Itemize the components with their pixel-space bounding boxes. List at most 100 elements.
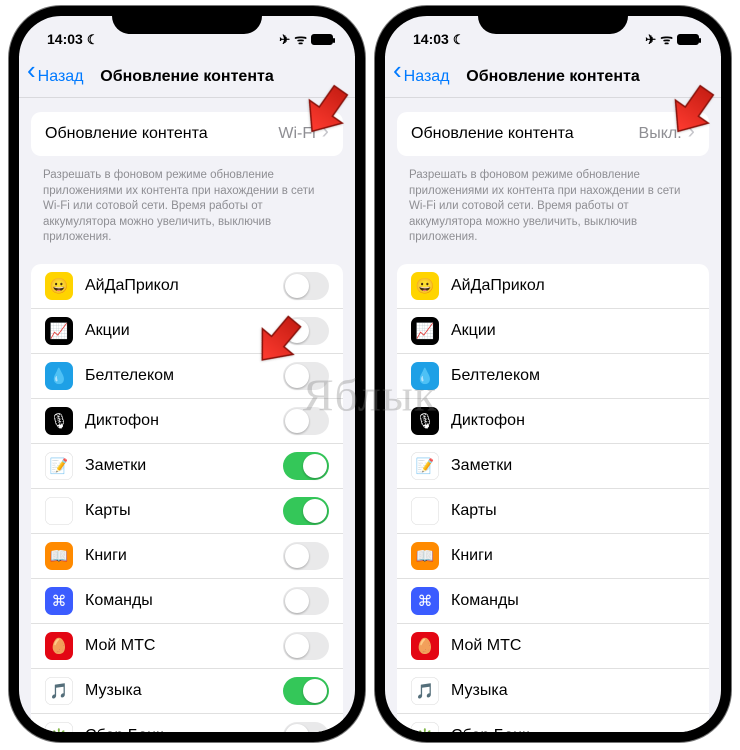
app-icon: 📝 [45, 452, 73, 480]
app-row: 🗺 Карты [397, 489, 709, 534]
app-toggle[interactable] [283, 362, 329, 390]
app-row[interactable]: 🥚 Мой МТС [31, 624, 343, 669]
app-row[interactable]: 📝 Заметки [31, 444, 343, 489]
app-label: Диктофон [85, 412, 159, 430]
app-icon: 😀 [411, 272, 439, 300]
battery-icon [677, 34, 699, 45]
app-row[interactable]: 🗺Карты [31, 489, 343, 534]
app-toggle[interactable] [283, 722, 329, 732]
nav-bar: Назад Обновление контента [19, 56, 355, 98]
app-icon: 💧 [45, 362, 73, 390]
back-label: Назад [404, 68, 450, 86]
app-icon: 🗺 [411, 497, 439, 525]
app-toggle[interactable] [283, 587, 329, 615]
app-toggle[interactable] [283, 677, 329, 705]
app-row: 🎵 Музыка [397, 669, 709, 714]
app-row: 🥚 Мой МТС [397, 624, 709, 669]
app-icon: 🎙 [411, 407, 439, 435]
app-icon: 🥚 [411, 632, 439, 660]
app-row[interactable]: 🎙 Диктофон [31, 399, 343, 444]
app-row[interactable]: 📈 Акции [31, 309, 343, 354]
status-time: 14:03 [413, 31, 449, 47]
app-toggle[interactable] [283, 497, 329, 525]
status-time: 14:03 [47, 31, 83, 47]
wifi-icon [294, 31, 307, 47]
app-label: Сбер Банк [451, 727, 529, 732]
phone-notch [112, 6, 262, 34]
app-row[interactable]: 📖 Книги [31, 534, 343, 579]
app-toggle[interactable] [283, 407, 329, 435]
app-icon: 📖 [45, 542, 73, 570]
app-row[interactable]: ✳️ Сбер Банк [31, 714, 343, 732]
phone-frame-right: 14:03 Назад Обновление контента Обновлен… [375, 6, 731, 742]
setting-footer: Разрешать в фоновом режиме обновление пр… [19, 162, 355, 250]
app-icon: 😀 [45, 272, 73, 300]
app-label: Музыка [451, 682, 508, 700]
app-label: Книги [451, 547, 493, 565]
app-label: АйДаПрикол [85, 277, 179, 295]
app-label: Диктофон [451, 412, 525, 430]
app-row: 🎙 Диктофон [397, 399, 709, 444]
app-label: Команды [451, 592, 519, 610]
app-label: АйДаПрикол [451, 277, 545, 295]
app-label: Книги [85, 547, 127, 565]
app-list: 😀 АйДаПрикол 📈 Акции 💧 Белтелеком 🎙 Диктофон 📝 За… [397, 264, 709, 732]
app-icon: 📖 [411, 542, 439, 570]
dnd-moon-icon [87, 31, 99, 48]
app-icon: 🎵 [411, 677, 439, 705]
battery-icon [311, 34, 333, 45]
app-label: Сбер Банк [85, 727, 163, 732]
app-toggle[interactable] [283, 542, 329, 570]
app-row: 😀 АйДаПрикол [397, 264, 709, 309]
setting-group: Обновление контента Wi-Fi [31, 112, 343, 156]
app-label: Мой МТС [85, 637, 155, 655]
background-refresh-row[interactable]: Обновление контента Выкл. [397, 112, 709, 156]
setting-label: Обновление контента [45, 125, 208, 143]
app-label: Акции [85, 322, 130, 340]
app-label: Заметки [451, 457, 512, 475]
app-icon: 🎙 [45, 407, 73, 435]
app-row: 💧 Белтелеком [397, 354, 709, 399]
app-icon: 📈 [45, 317, 73, 345]
app-toggle[interactable] [283, 317, 329, 345]
app-toggle[interactable] [283, 452, 329, 480]
app-row[interactable]: ⌘ Команды [31, 579, 343, 624]
app-label: Белтелеком [451, 367, 540, 385]
app-row: 📝 Заметки [397, 444, 709, 489]
app-row[interactable]: 💧 Белтелеком [31, 354, 343, 399]
background-refresh-row[interactable]: Обновление контента Wi-Fi [31, 112, 343, 156]
wifi-icon [660, 31, 673, 47]
app-label: Белтелеком [85, 367, 174, 385]
app-icon: ✳️ [411, 722, 439, 732]
app-label: Акции [451, 322, 496, 340]
app-icon: 💧 [411, 362, 439, 390]
setting-label: Обновление контента [411, 125, 574, 143]
setting-footer: Разрешать в фоновом режиме обновление пр… [385, 162, 721, 250]
app-row[interactable]: 🎵 Музыка [31, 669, 343, 714]
app-label: Мой МТС [451, 637, 521, 655]
app-toggle[interactable] [283, 272, 329, 300]
chevron-right-icon [322, 125, 329, 143]
phone-screen: 14:03 Назад Обновление контента Обновлен… [19, 16, 355, 732]
app-icon: 🗺 [45, 497, 73, 525]
app-icon: ⌘ [45, 587, 73, 615]
app-icon: 📝 [411, 452, 439, 480]
dnd-moon-icon [453, 31, 465, 48]
app-label: Заметки [85, 457, 146, 475]
app-row: 📈 Акции [397, 309, 709, 354]
app-icon: 🎵 [45, 677, 73, 705]
setting-value: Выкл. [639, 125, 682, 143]
chevron-left-icon [27, 68, 36, 86]
airplane-icon [645, 31, 656, 48]
app-label: Команды [85, 592, 153, 610]
back-button[interactable]: Назад [385, 68, 450, 86]
app-toggle[interactable] [283, 632, 329, 660]
app-icon: 🥚 [45, 632, 73, 660]
phone-frame-left: 14:03 Назад Обновление контента Обновлен… [9, 6, 365, 742]
app-row[interactable]: 😀 АйДаПрикол [31, 264, 343, 309]
app-label: Музыка [85, 682, 142, 700]
app-icon: 📈 [411, 317, 439, 345]
app-label: Карты [451, 502, 497, 520]
app-icon: ✳️ [45, 722, 73, 732]
back-button[interactable]: Назад [19, 68, 84, 86]
